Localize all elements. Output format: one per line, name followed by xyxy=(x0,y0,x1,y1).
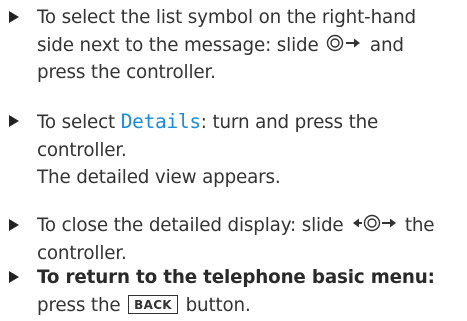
step-4-text-after: button. xyxy=(185,294,251,316)
step-3-text-after: the xyxy=(404,215,435,236)
instruction-step-2: To select Details: turn and press the co… xyxy=(0,108,460,192)
step-1-line-1: To select the list symbol on the right-h… xyxy=(37,7,416,28)
bullet-arrow-icon xyxy=(9,219,19,231)
step-4-text: To return to the telephone basic menu: p… xyxy=(37,264,460,319)
step-2-result: The detailed view appears. xyxy=(37,167,281,188)
step-3-line-1: To close the detailed display: slide the xyxy=(37,212,460,240)
controller-slide-left-right-icon xyxy=(351,214,397,232)
step-2-line-2: controller. xyxy=(37,139,127,161)
step-1-text: To select the list symbol on the right-h… xyxy=(37,4,460,87)
instructions-page: To select the list symbol on the right-h… xyxy=(0,0,467,321)
step-3-text: To close the detailed display: slide the… xyxy=(37,212,460,267)
step-2-text: To select Details: turn and press the co… xyxy=(37,108,460,192)
controller-slide-right-icon xyxy=(326,34,362,52)
step-1-line-2: side next to the message: slide and xyxy=(37,32,460,60)
step-3-line-2: controller. xyxy=(37,242,127,264)
instruction-step-1: To select the list symbol on the right-h… xyxy=(0,4,460,87)
step-1-and: and xyxy=(369,34,404,56)
instruction-step-3: To close the detailed display: slide the… xyxy=(0,212,460,267)
step-4-line-2: press the BACK button. xyxy=(37,292,460,320)
instruction-step-4: To return to the telephone basic menu: p… xyxy=(0,264,460,319)
back-key-label: BACK xyxy=(128,294,178,314)
step-4-heading: To return to the telephone basic menu: xyxy=(37,267,435,288)
bullet-arrow-icon xyxy=(9,11,19,23)
details-menu-item: Details xyxy=(120,110,201,133)
step-2-text-before: To select xyxy=(37,112,116,133)
step-2-line-1: To select Details: turn and press the xyxy=(37,108,460,137)
bullet-arrow-icon xyxy=(9,115,19,127)
bullet-arrow-icon xyxy=(9,271,19,283)
step-2-text-after: : turn and press the xyxy=(200,112,379,133)
step-4-text-before: press the xyxy=(37,294,121,316)
step-1-line-3: press the controller. xyxy=(37,62,216,83)
step-3-text-before: To close the detailed display: slide xyxy=(37,215,344,236)
step-1-line-2-text: side next to the message: slide xyxy=(37,34,319,56)
